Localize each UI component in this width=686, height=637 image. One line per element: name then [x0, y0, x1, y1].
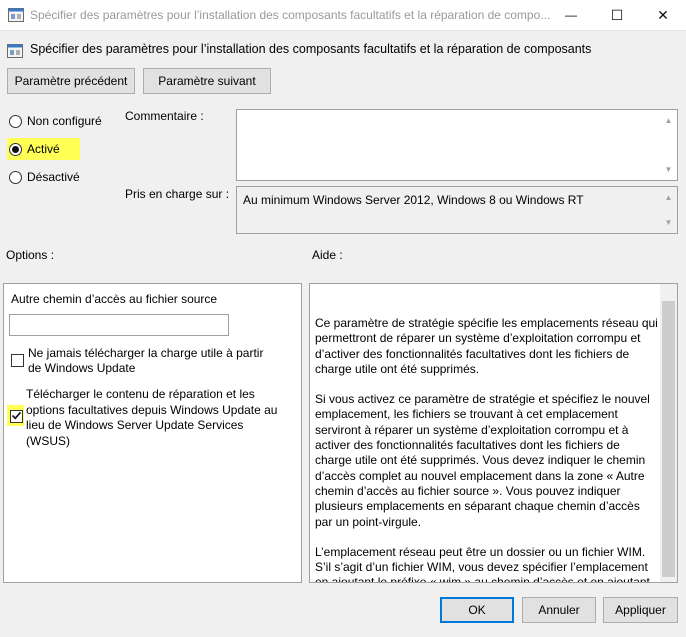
comment-textarea[interactable]: ▲ ▼: [236, 109, 678, 181]
never-download-label: Ne jamais télécharger la charge utile à …: [28, 346, 264, 375]
scroll-up-icon[interactable]: ▲: [660, 112, 677, 129]
supported-on-label: Pris en charge sur :: [125, 187, 230, 201]
radio-enabled[interactable]: Activé: [9, 140, 60, 158]
never-download-checkbox[interactable]: [11, 354, 24, 367]
comment-label: Commentaire :: [125, 109, 204, 123]
minimize-button[interactable]: —: [548, 0, 594, 30]
download-repair-label: Télécharger le contenu de réparation et …: [26, 387, 278, 448]
apply-label: Appliquer: [615, 603, 666, 617]
radio-disabled-indicator[interactable]: [9, 170, 22, 184]
help-text: Ce paramètre de stratégie spécifie les e…: [315, 316, 658, 583]
title-bar: Spécifier des paramètres pour l’installa…: [0, 0, 686, 31]
radio-enabled-label: Activé: [27, 142, 60, 156]
supported-scrollbar[interactable]: ▲ ▼: [660, 187, 677, 233]
window-title: Spécifier des paramètres pour l’installa…: [30, 8, 551, 22]
supported-on-value: Au minimum Windows Server 2012, Windows …: [243, 193, 584, 207]
maximize-button[interactable]: ☐: [594, 0, 640, 30]
ok-button[interactable]: OK: [440, 597, 514, 623]
radio-disabled-label: Désactivé: [27, 170, 80, 184]
help-paragraph: L’emplacement réseau peut être un dossie…: [315, 544, 650, 583]
scroll-down-icon[interactable]: ▼: [660, 214, 677, 231]
help-paragraph: Ce paramètre de stratégie spécifie les e…: [315, 316, 658, 376]
radio-disabled[interactable]: Désactivé: [9, 168, 80, 186]
next-setting-label: Paramètre suivant: [158, 74, 256, 88]
help-scrollbar[interactable]: [660, 284, 677, 582]
source-path-label: Autre chemin d’accès au fichier source: [11, 292, 218, 306]
minimize-icon: —: [565, 8, 577, 22]
cancel-button[interactable]: Annuler: [522, 597, 596, 623]
checkmark-icon: [11, 410, 22, 424]
cancel-label: Annuler: [538, 603, 580, 617]
supported-on-field: Au minimum Windows Server 2012, Windows …: [236, 186, 678, 234]
radio-not-configured-indicator[interactable]: [9, 114, 22, 128]
scroll-up-icon[interactable]: ▲: [660, 189, 677, 206]
options-label: Options :: [6, 248, 55, 262]
policy-icon: [7, 43, 23, 59]
next-setting-button[interactable]: Paramètre suivant: [143, 68, 271, 94]
help-paragraph: Si vous activez ce paramètre de stratégi…: [315, 392, 650, 529]
comment-scrollbar[interactable]: ▲ ▼: [660, 110, 677, 180]
radio-enabled-indicator[interactable]: [9, 142, 22, 156]
policy-settings-icon: [8, 8, 24, 22]
help-label: Aide :: [312, 248, 343, 262]
radio-not-configured[interactable]: Non configuré: [9, 112, 102, 130]
download-repair-checkbox[interactable]: [10, 410, 23, 423]
options-panel: Autre chemin d’accès au fichier source N…: [3, 283, 302, 583]
close-icon: ✕: [657, 6, 669, 23]
radio-not-configured-label: Non configuré: [27, 114, 102, 128]
previous-setting-button[interactable]: Paramètre précédent: [7, 68, 135, 94]
ok-label: OK: [468, 603, 486, 617]
apply-button[interactable]: Appliquer: [603, 597, 678, 623]
policy-header: Spécifier des paramètres pour l’installa…: [30, 42, 592, 56]
close-button[interactable]: ✕: [640, 0, 686, 30]
previous-setting-label: Paramètre précédent: [14, 74, 128, 88]
help-panel: Ce paramètre de stratégie spécifie les e…: [309, 283, 678, 583]
source-path-input[interactable]: [9, 314, 229, 336]
maximize-icon: ☐: [610, 6, 624, 23]
scroll-down-icon[interactable]: ▼: [660, 161, 677, 178]
help-scrollbar-thumb[interactable]: [662, 301, 675, 577]
